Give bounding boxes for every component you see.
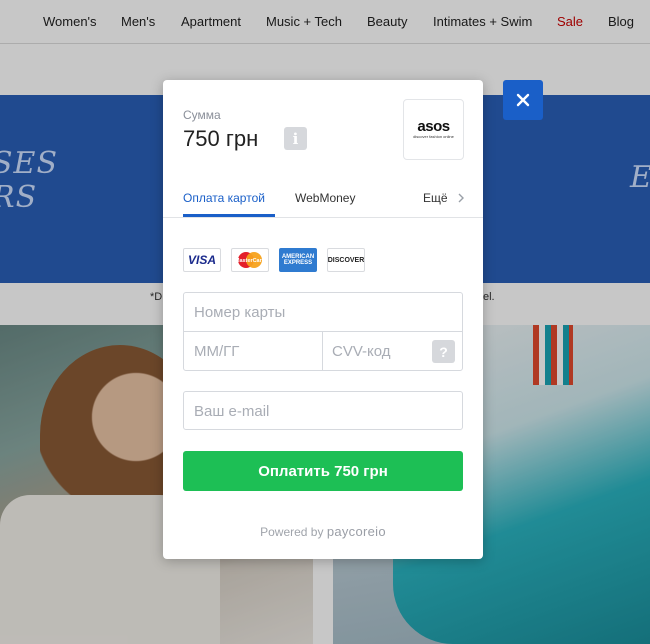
mastercard-logo-text: MasterCard: [235, 258, 265, 264]
tab-card-payment[interactable]: Оплата картой: [183, 191, 265, 205]
active-tab-indicator: [183, 214, 275, 217]
field-divider-vertical: [322, 331, 323, 371]
payment-modal: Сумма 750 грн i asos discover fashion on…: [163, 80, 483, 559]
tab-webmoney[interactable]: WebMoney: [295, 191, 355, 205]
tab-more[interactable]: Ещё: [423, 191, 448, 205]
amex-logo: AMERICAN EXPRESS: [279, 248, 317, 272]
field-divider: [184, 331, 462, 332]
visa-logo-text: VISA: [187, 253, 216, 267]
amex-logo-text: AMERICAN EXPRESS: [281, 254, 315, 266]
merchant-tagline: discover fashion online: [413, 133, 454, 139]
payment-method-tabs: Оплата картой WebMoney Ещё: [163, 184, 483, 218]
close-button[interactable]: [503, 80, 543, 120]
powered-by-label: Powered by: [260, 525, 324, 539]
card-number-input[interactable]: [194, 302, 452, 322]
discover-logo: DISCOVER: [327, 248, 365, 272]
info-icon[interactable]: i: [284, 127, 307, 150]
cvv-help-icon[interactable]: ?: [432, 340, 455, 363]
expiry-input[interactable]: [194, 341, 314, 361]
pay-button[interactable]: Оплатить 750 грн: [183, 451, 463, 491]
amount-label: Сумма: [183, 108, 221, 122]
discover-logo-text: DISCOVER: [327, 256, 365, 264]
cvv-input[interactable]: [332, 341, 427, 361]
visa-logo: VISA: [183, 248, 221, 272]
merchant-name: asos: [417, 117, 450, 135]
chevron-right-icon[interactable]: [454, 191, 468, 205]
mastercard-logo: MasterCard: [231, 248, 269, 272]
paycore-logo[interactable]: paycoreio: [327, 524, 386, 539]
card-fields: ?: [183, 292, 463, 371]
merchant-logo: asos discover fashion online: [403, 99, 464, 160]
close-icon: [516, 93, 530, 107]
amount-value: 750 грн: [183, 126, 259, 151]
powered-by: Powered by paycoreio: [163, 524, 483, 539]
email-input[interactable]: [194, 401, 452, 421]
email-field: [183, 391, 463, 430]
mastercard-icon: MasterCard: [235, 252, 265, 268]
